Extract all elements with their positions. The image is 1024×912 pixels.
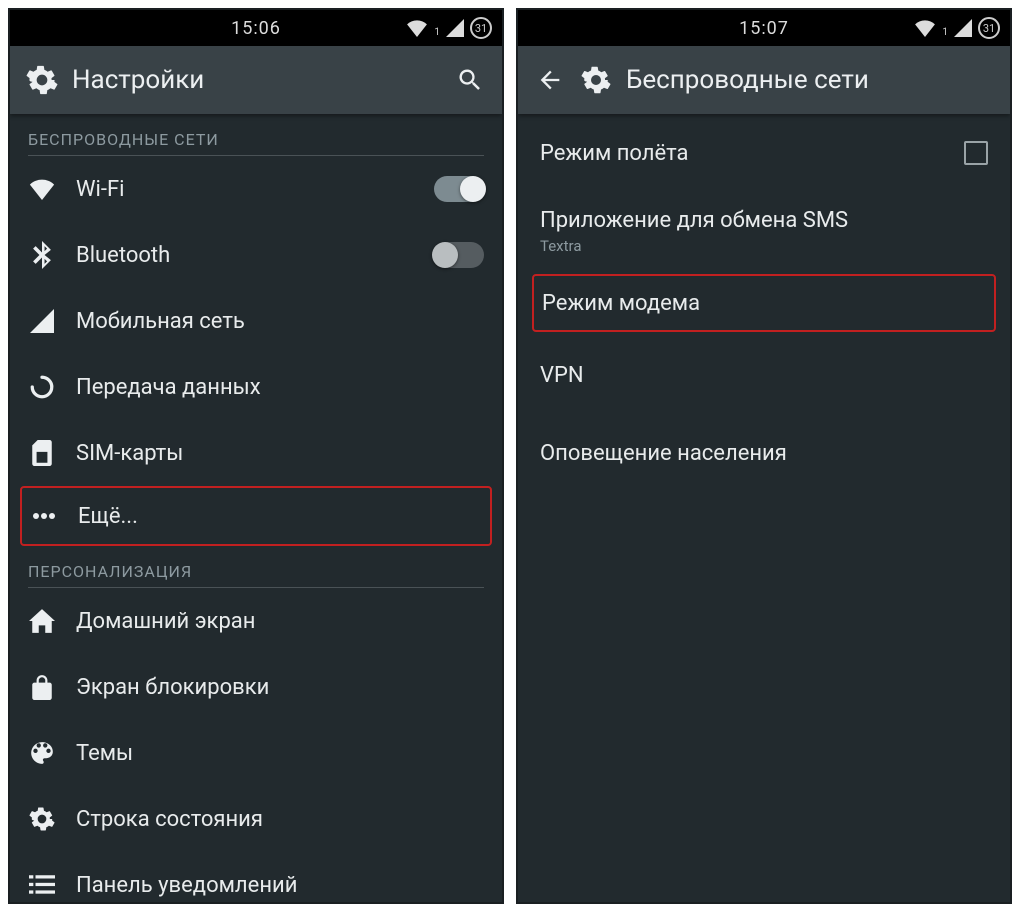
item-subtitle: Textra [540,237,988,255]
item-label: VPN [540,363,988,388]
app-bar: Беспроводные сети [518,46,1010,114]
bluetooth-icon [28,241,56,269]
wifi-icon [28,175,56,203]
item-label: Bluetooth [76,243,414,268]
bluetooth-toggle[interactable] [434,242,484,268]
back-icon[interactable] [534,64,566,96]
wifi-status-icon [406,19,428,37]
item-label: Экран блокировки [76,675,484,700]
phone-wireless-settings: 15:07 1 31 Беспроводные сети Режим полёт… [516,8,1012,904]
item-bluetooth[interactable]: Bluetooth [10,222,502,288]
item-wifi[interactable]: Wi-Fi [10,156,502,222]
date-badge-icon: 31 [470,17,492,39]
item-notification-panel[interactable]: Панель уведомлений [10,852,502,902]
item-cell-broadcast[interactable]: Оповещение населения [518,414,1010,492]
item-label: Строка состояния [76,807,484,832]
status-icons: 1 31 [406,17,492,39]
status-time: 15:06 [231,18,281,39]
sim-card-icon [28,439,56,467]
item-label: Оповещение населения [540,441,988,466]
item-label: Wi-Fi [76,177,414,202]
item-airplane-mode[interactable]: Режим полёта [518,114,1010,192]
item-status-bar[interactable]: Строка состояния [10,786,502,852]
settings-list: БЕСПРОВОДНЫЕ СЕТИ Wi-Fi Bluetooth Мобиль… [10,114,502,902]
gear-icon [26,64,58,96]
phone-settings: 15:06 1 31 Настройки БЕСПРОВОДНЫЕ СЕТИ [8,8,504,904]
item-label: Ещё... [78,504,482,529]
lock-icon [28,673,56,701]
wifi-status-icon [914,19,936,37]
item-vpn[interactable]: VPN [518,336,1010,414]
sim-indicator: 1 [434,27,440,38]
item-label: Домашний экран [76,609,484,634]
cell-signal-icon [28,307,56,335]
item-sms-app[interactable]: Приложение для обмена SMS Textra [518,192,1010,270]
item-label: Режим модема [542,291,986,316]
item-label: Панель уведомлений [76,873,484,898]
sim-indicator: 1 [942,27,948,38]
search-icon[interactable] [454,64,486,96]
item-label: Передача данных [76,375,484,400]
app-bar-title: Беспроводные сети [626,65,994,95]
cell-signal-icon [446,19,464,37]
status-bar: 15:07 1 31 [518,10,1010,46]
airplane-checkbox[interactable] [964,141,988,165]
more-dots-icon [30,502,58,530]
section-personalization: ПЕРСОНАЛИЗАЦИЯ [10,546,502,587]
app-bar-title: Настройки [72,65,440,95]
item-label: SIM-карты [76,441,484,466]
item-label: Мобильная сеть [76,309,484,334]
date-badge-icon: 31 [978,17,1000,39]
wireless-list: Режим полёта Приложение для обмена SMS T… [518,114,1010,902]
app-bar: Настройки [10,46,502,114]
item-data-usage[interactable]: Передача данных [10,354,502,420]
list-icon [28,871,56,899]
item-home-screen[interactable]: Домашний экран [10,588,502,654]
item-themes[interactable]: Темы [10,720,502,786]
status-bar: 15:06 1 31 [10,10,502,46]
gear-small-icon [28,805,56,833]
cell-signal-icon [954,19,972,37]
wifi-toggle[interactable] [434,176,484,202]
item-mobile-network[interactable]: Мобильная сеть [10,288,502,354]
status-time: 15:07 [739,18,789,39]
palette-icon [28,739,56,767]
item-more[interactable]: Ещё... [20,486,492,546]
item-label: Режим полёта [540,141,688,166]
home-icon [28,607,56,635]
item-tethering[interactable]: Режим модема [532,274,996,332]
item-sim-cards[interactable]: SIM-карты [10,420,502,486]
item-lock-screen[interactable]: Экран блокировки [10,654,502,720]
item-label: Приложение для обмена SMS [540,208,988,233]
gear-icon [580,64,612,96]
status-icons: 1 31 [914,17,1000,39]
data-usage-icon [28,373,56,401]
item-label: Темы [76,741,484,766]
section-wireless: БЕСПРОВОДНЫЕ СЕТИ [10,114,502,155]
